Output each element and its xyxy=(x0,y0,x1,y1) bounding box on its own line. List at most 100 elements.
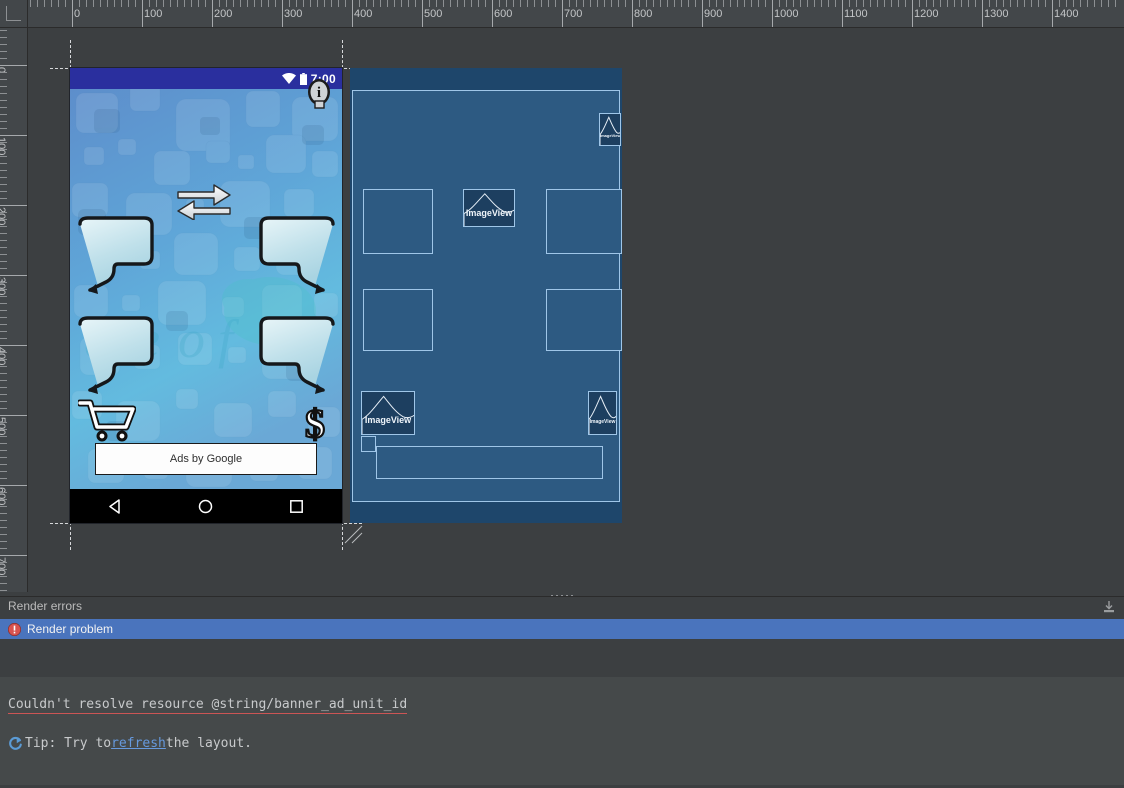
blueprint-view-outline[interactable] xyxy=(363,289,433,351)
ruler-tick xyxy=(380,0,381,7)
ruler-tick xyxy=(0,520,7,521)
ruler-tick-major xyxy=(562,0,563,27)
ad-banner[interactable]: Ads by Google xyxy=(95,443,317,475)
ruler-tick xyxy=(583,0,584,7)
refresh-icon[interactable] xyxy=(8,736,23,751)
ruler-tick xyxy=(793,0,794,7)
ruler-tick xyxy=(1031,0,1032,7)
ruler-tick xyxy=(0,303,7,304)
ruler-tick xyxy=(0,366,7,367)
ruler-tick xyxy=(254,0,255,7)
render-error-tip: Tip: Try to refresh the layout. xyxy=(8,736,1116,751)
blueprint-imageview[interactable]: ImageView xyxy=(599,113,621,146)
ruler-tick xyxy=(0,282,7,283)
ruler-tick xyxy=(289,0,290,7)
ruler-tick xyxy=(1045,0,1046,7)
ruler-tick xyxy=(1108,0,1109,7)
ruler-tick xyxy=(135,0,136,7)
blueprint-imageview[interactable]: ImageView xyxy=(588,391,617,435)
ruler-tick xyxy=(0,233,7,234)
ruler-tick xyxy=(247,0,248,7)
ruler-tick xyxy=(807,0,808,7)
ruler-tick xyxy=(0,464,7,465)
ruler-tick xyxy=(709,0,710,7)
blueprint-imageview[interactable]: ImageView xyxy=(463,189,515,227)
ruler-tick-major xyxy=(352,0,353,27)
speech-bubble-icon[interactable] xyxy=(253,216,339,300)
ruler-tick xyxy=(996,0,997,7)
ruler-tick xyxy=(1087,0,1088,7)
blueprint-view-outline[interactable] xyxy=(363,189,433,254)
render-error-row-label: Render problem xyxy=(27,622,114,636)
ruler-tick xyxy=(898,0,899,7)
speech-bubble-icon[interactable] xyxy=(253,316,339,400)
ruler-tick xyxy=(0,478,7,479)
ruler-label: 1100 xyxy=(844,8,868,20)
ruler-tick-major xyxy=(702,0,703,27)
ruler-tick xyxy=(401,0,402,7)
ruler-tick xyxy=(0,506,7,507)
ruler-tick xyxy=(0,156,7,157)
speech-bubble-icon[interactable] xyxy=(74,216,160,300)
dollar-sign-icon[interactable]: $ xyxy=(300,401,330,445)
ruler-tick xyxy=(0,436,7,437)
ruler-tick xyxy=(0,93,7,94)
ruler-tick xyxy=(597,0,598,7)
render-error-row[interactable]: Render problem xyxy=(0,619,1124,639)
ruler-corner xyxy=(0,0,28,28)
blueprint-root-container[interactable]: ImageView ImageView ImageView ImageView xyxy=(352,90,622,502)
ruler-tick xyxy=(968,0,969,7)
ruler-label: 200 xyxy=(0,207,7,226)
ruler-tick xyxy=(0,240,7,241)
render-errors-header: Render errors xyxy=(0,597,1124,615)
ruler-tick xyxy=(681,0,682,7)
ruler-tick xyxy=(954,0,955,7)
ruler-tick-major xyxy=(142,0,143,27)
render-error-detail: Couldn't resolve resource @string/banner… xyxy=(0,677,1124,785)
blueprint-view-outline[interactable] xyxy=(361,436,376,452)
ruler-tick xyxy=(394,0,395,7)
ruler-tick xyxy=(660,0,661,7)
design-canvas[interactable]: e e o f 7:00 xyxy=(28,28,1124,592)
vertical-ruler[interactable]: 0100200300400500600700 xyxy=(0,28,28,592)
ruler-tick xyxy=(0,170,7,171)
blueprint-preview[interactable]: ImageView ImageView ImageView ImageView xyxy=(350,68,622,523)
horizontal-ruler[interactable]: 0 100 200 300 400 500 600 700 800 900 1000 1100 1200… xyxy=(28,0,1124,28)
speech-bubble-icon[interactable] xyxy=(74,316,160,400)
ruler-tick xyxy=(0,114,7,115)
android-nav-bar xyxy=(70,489,342,523)
recents-square-icon[interactable] xyxy=(289,499,304,514)
ruler-tick xyxy=(450,0,451,7)
ruler-tick xyxy=(51,0,52,7)
ruler-tick xyxy=(877,0,878,7)
ruler-tick xyxy=(933,0,934,7)
device-preview[interactable]: e e o f 7:00 xyxy=(70,68,342,523)
ruler-tick xyxy=(310,0,311,7)
info-icon[interactable]: i xyxy=(306,78,332,110)
blueprint-view-outline[interactable] xyxy=(546,189,622,254)
refresh-link[interactable]: refresh xyxy=(111,736,166,751)
export-icon[interactable] xyxy=(1102,600,1116,614)
back-triangle-icon[interactable] xyxy=(108,498,123,514)
ruler-tick xyxy=(0,380,7,381)
ruler-label: 0 xyxy=(74,8,81,20)
ruler-tick-major xyxy=(0,345,27,346)
ruler-label: 700 xyxy=(0,557,7,576)
ruler-tick xyxy=(0,296,7,297)
render-error-message: Couldn't resolve resource @string/banner… xyxy=(8,697,408,714)
ruler-tick xyxy=(0,212,7,213)
ruler-tick xyxy=(1080,0,1081,7)
resize-handle[interactable] xyxy=(342,523,364,545)
home-circle-icon[interactable] xyxy=(198,499,213,514)
ruler-tick xyxy=(1017,0,1018,7)
ruler-tick xyxy=(548,0,549,7)
blueprint-view-outline[interactable] xyxy=(376,446,603,479)
ruler-tick xyxy=(541,0,542,7)
ruler-label: 100 xyxy=(0,137,7,156)
blueprint-view-outline[interactable] xyxy=(546,289,622,351)
ruler-tick xyxy=(1024,0,1025,7)
shopping-cart-icon[interactable] xyxy=(78,399,136,443)
blueprint-imageview[interactable]: ImageView xyxy=(361,391,415,435)
ruler-tick xyxy=(324,0,325,7)
ruler-tick xyxy=(0,128,7,129)
